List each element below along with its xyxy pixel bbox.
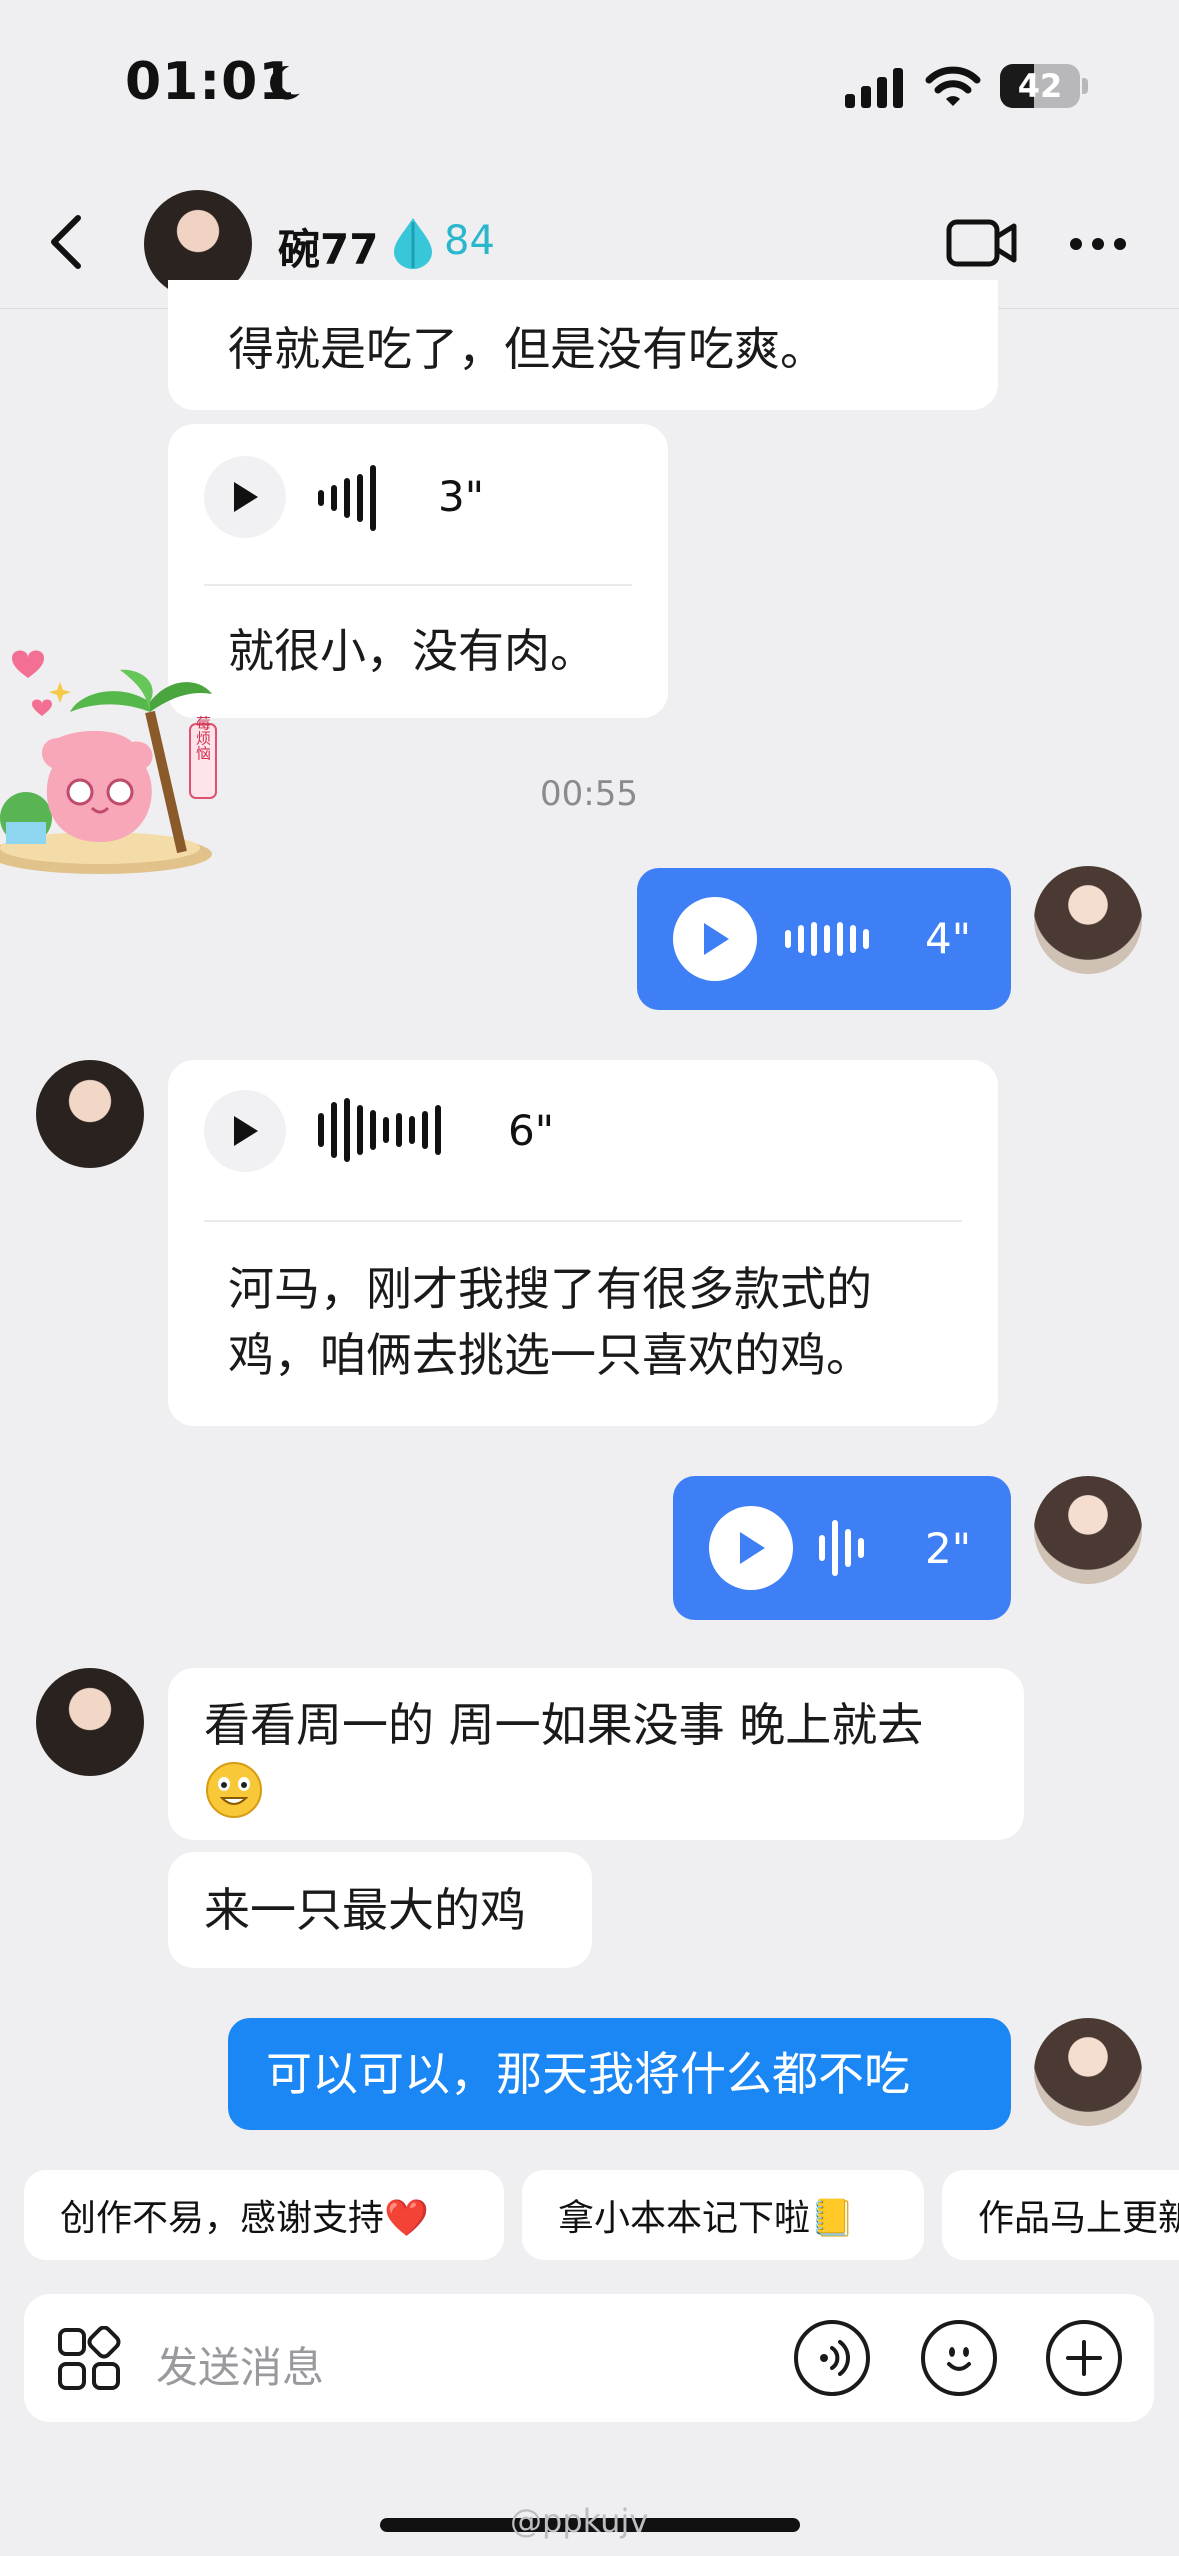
video-call-icon[interactable] [946, 216, 1018, 270]
incoming-voice-bubble[interactable]: 6" 河马，刚才我搜了有很多款式的 鸡，咱俩去挑选一只喜欢的鸡。 [168, 1060, 998, 1426]
outgoing-text-bubble[interactable]: 可以可以，那天我将什么都不吃 [228, 2018, 1011, 2130]
my-avatar[interactable] [1034, 2018, 1142, 2126]
water-drop-icon [394, 218, 432, 269]
voice-duration: 6" [508, 1106, 555, 1155]
battery-level: 42 [1017, 67, 1063, 105]
add-button[interactable] [1046, 2320, 1122, 2396]
quick-reply-chip[interactable]: 拿小本本记下啦📒 [522, 2170, 924, 2260]
message-text: 得就是吃了，但是没有吃爽。 [228, 322, 826, 376]
play-icon [234, 1116, 258, 1146]
play-button[interactable] [204, 1090, 286, 1172]
my-avatar[interactable] [1034, 1476, 1142, 1584]
voice-transcript: 就很小，没有肉。 [228, 624, 596, 678]
voice-input-button[interactable] [794, 2320, 870, 2396]
moon-icon [270, 66, 300, 100]
add-icon [1066, 2340, 1102, 2376]
message-text: 看看周一的 周一如果没事 晚上就去 [204, 1698, 924, 1752]
play-button[interactable] [204, 456, 286, 538]
waveform-icon [785, 908, 869, 970]
sticker-tag: 莓烦恼 [194, 716, 212, 761]
outgoing-voice-bubble[interactable]: 2" [673, 1476, 1011, 1620]
outgoing-voice-bubble[interactable]: 4" [637, 868, 1011, 1010]
intimacy-score: 84 [444, 218, 495, 264]
emoji-button[interactable] [921, 2320, 997, 2396]
play-icon [234, 482, 258, 512]
incoming-text-bubble[interactable]: 得就是吃了，但是没有吃爽。 [168, 280, 998, 410]
message-text: 来一只最大的鸡 [204, 1883, 526, 1937]
waveform-icon [819, 1516, 864, 1580]
peach-sticker: 莓烦恼 [0, 650, 217, 874]
waveform-icon [318, 1092, 441, 1168]
incoming-voice-bubble[interactable]: 3" 就很小，没有肉。 [168, 424, 668, 718]
message-text: 可以可以，那天我将什么都不吃 [266, 2047, 910, 2101]
incoming-text-bubble[interactable]: 来一只最大的鸡 [168, 1852, 592, 1968]
message-input[interactable]: 发送消息 [156, 2334, 324, 2395]
contact-name[interactable]: 碗77 [278, 216, 378, 277]
emoji-grin-icon [206, 1762, 262, 1818]
incoming-text-bubble[interactable]: 看看周一的 周一如果没事 晚上就去 [168, 1668, 1024, 1840]
timestamp: 00:55 [540, 774, 638, 814]
play-icon [704, 923, 729, 955]
transcript-divider [204, 584, 632, 586]
contact-avatar[interactable] [36, 1060, 144, 1168]
voice-transcript-line-1: 河马，刚才我搜了有很多款式的 [228, 1262, 872, 1316]
quick-reply-chip[interactable]: 作品马上更新 [942, 2170, 1179, 2260]
apps-icon[interactable] [56, 2326, 122, 2392]
watermark: @ppkujv [510, 2502, 649, 2540]
battery-indicator: 42 [1000, 64, 1080, 108]
voice-transcript-line-2: 鸡，咱俩去挑选一只喜欢的鸡。 [228, 1328, 872, 1382]
battery-cap [1082, 78, 1088, 94]
play-button[interactable] [709, 1506, 793, 1590]
transcript-divider [204, 1220, 962, 1222]
signal-icon [845, 68, 903, 108]
quick-reply-chip[interactable]: 创作不易，感谢支持❤️ [24, 2170, 504, 2260]
waveform-icon [318, 460, 376, 536]
play-button[interactable] [673, 897, 757, 981]
voice-duration: 2" [925, 1524, 972, 1573]
more-icon[interactable] [1068, 236, 1128, 252]
emoji-icon [947, 2347, 971, 2371]
play-icon [740, 1532, 765, 1564]
contact-avatar[interactable] [36, 1668, 144, 1776]
voice-duration: 3" [438, 472, 485, 521]
back-icon[interactable] [42, 212, 94, 272]
wifi-icon [925, 66, 981, 106]
my-avatar[interactable] [1034, 866, 1142, 974]
voice-duration: 4" [925, 914, 972, 963]
voice-input-icon [820, 2340, 850, 2376]
